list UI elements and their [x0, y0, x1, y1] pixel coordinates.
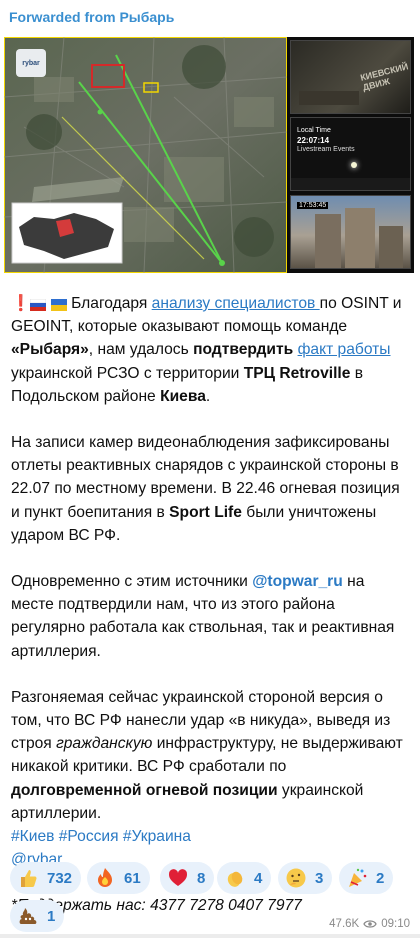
italic-text: гражданскую	[56, 735, 153, 753]
topwar-mention-link[interactable]: @topwar_ru	[252, 573, 343, 590]
bottom-divider	[0, 934, 420, 938]
poop-icon	[19, 908, 37, 924]
reaction-clap[interactable]: 4	[217, 862, 272, 894]
text-span: .	[205, 387, 211, 405]
message-text: ❗ Благодаря анализу специалистов по OSIN…	[11, 292, 411, 918]
bold-text: Киева	[160, 387, 206, 405]
thumbs-up-icon	[21, 870, 37, 887]
bold-text: ТРЦ Retroville	[243, 364, 351, 382]
bold-text: подтвердить	[193, 341, 294, 359]
donate-text: *Поддержать нас: 4377 7278 0407 7977	[11, 897, 302, 915]
cam3-time: 17:53:45	[297, 202, 329, 209]
camera-still-1: КИЕВСКИЙ ДВИЖ	[290, 40, 411, 114]
reaction-count: 2	[376, 869, 385, 887]
specialists-analysis-link[interactable]: анализу специалистов	[152, 295, 320, 312]
russia-flag-icon	[30, 299, 47, 311]
reaction-thinking[interactable]: 3	[278, 862, 333, 894]
paragraph-3: Одновременно с этим источники @topwar_ru…	[11, 570, 411, 663]
forwarded-from-label[interactable]: Forwarded from Рыбарь	[9, 9, 174, 25]
fact-of-work-link[interactable]: факт работы	[298, 341, 391, 358]
exclamation-icon: ❗	[11, 295, 31, 312]
satellite-map-image	[4, 37, 287, 273]
reaction-count: 4	[254, 869, 263, 887]
text-span: , нам удалось	[88, 341, 194, 359]
hashtags[interactable]: #Киев #Россия #Украина	[11, 825, 411, 848]
reaction-party[interactable]: 2	[339, 862, 394, 894]
paragraph-2: На записи камер видеонаблюдения зафиксир…	[11, 431, 411, 547]
ukraine-flag-icon	[50, 299, 67, 311]
reaction-thumbs-up[interactable]: 732	[10, 862, 82, 894]
text-span: Одновременно с этим источники	[11, 573, 253, 591]
reaction-poop[interactable]: 1	[10, 900, 65, 932]
reaction-count: 3	[315, 869, 324, 887]
rybar-logo-text: rybar	[22, 59, 40, 67]
message-bubble: Forwarded from Рыбарь rybar КИЕВСКИЙ ДВИ…	[0, 0, 420, 938]
reaction-count: 1	[47, 907, 56, 925]
cam2-caption: Livestream Events	[297, 146, 355, 153]
heart-icon	[168, 869, 188, 886]
paragraph-1: ❗ Благодаря анализу специалистов по OSIN…	[11, 292, 411, 408]
camera-still-2: Local Time 22:07:14 Livestream Events	[290, 117, 411, 191]
media-collage[interactable]: rybar КИЕВСКИЙ ДВИЖ Local Time 22:07:14 …	[4, 37, 414, 273]
views-count: 47.6K	[329, 918, 360, 930]
message-time: 09:10	[381, 918, 410, 930]
message-meta: 47.6K 09:10	[329, 918, 410, 930]
thinking-face-icon	[286, 868, 306, 888]
reaction-heart[interactable]: 8	[160, 862, 215, 894]
reaction-fire[interactable]: 61	[87, 862, 150, 894]
reaction-count: 61	[124, 869, 141, 887]
text-span: Благодаря	[71, 295, 152, 312]
cam2-local-time-label: Local Time	[297, 127, 331, 134]
bold-text: Sport Life	[169, 503, 242, 521]
fire-icon	[98, 868, 112, 887]
reaction-count: 732	[47, 869, 73, 887]
text-span: украинской РСЗО с территории	[11, 364, 244, 382]
reaction-count: 8	[197, 869, 206, 887]
bold-text: «Рыбаря»	[11, 341, 89, 359]
eye-icon	[363, 920, 377, 928]
cam1-watermark: КИЕВСКИЙ ДВИЖ	[359, 61, 410, 93]
clap-icon	[227, 871, 243, 887]
cam2-time: 22:07:14	[297, 136, 330, 145]
camera-still-3: 17:53:45	[290, 195, 411, 269]
rybar-logo: rybar	[16, 49, 46, 77]
camera-stills-column: КИЕВСКИЙ ДВИЖ Local Time 22:07:14 Livest…	[287, 37, 414, 273]
paragraph-4: Разгоняемая сейчас украинской стороной в…	[11, 686, 411, 825]
bold-text: долговременной огневой позиции	[11, 781, 278, 799]
party-popper-icon	[349, 868, 367, 887]
